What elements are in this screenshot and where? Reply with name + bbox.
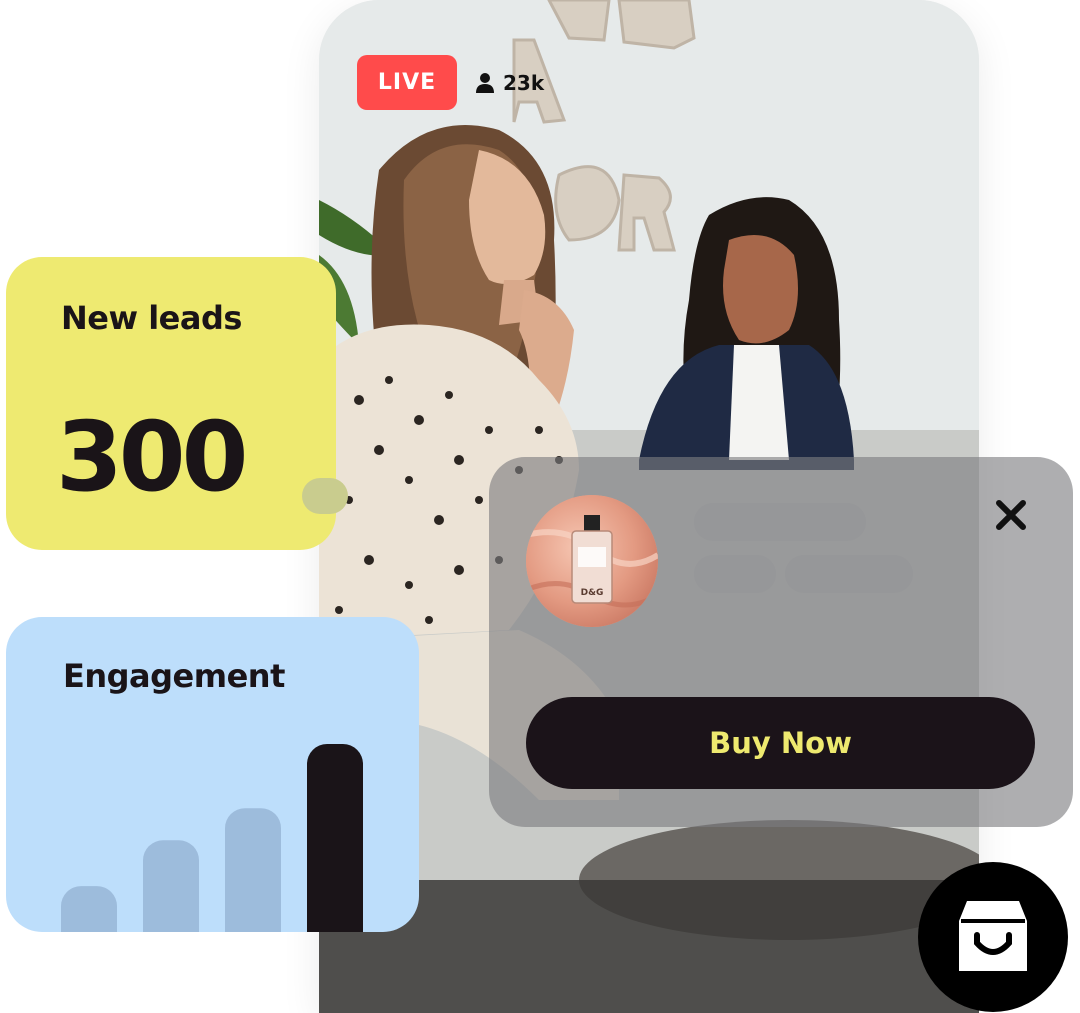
new-leads-value: 300	[56, 401, 248, 513]
buy-now-button[interactable]: Buy Now	[526, 697, 1035, 789]
product-brand-mark: D&G	[581, 588, 604, 598]
product-price-placeholder	[785, 555, 913, 593]
engagement-bar	[61, 886, 117, 932]
person-icon	[475, 72, 495, 94]
engagement-bar	[143, 840, 199, 932]
product-meta-placeholder	[694, 555, 776, 593]
viewer-count: 23k	[475, 66, 544, 100]
card-connector	[302, 478, 348, 514]
new-leads-title: New leads	[61, 299, 242, 337]
new-leads-card: New leads 300	[6, 257, 348, 550]
close-button[interactable]	[989, 495, 1033, 539]
engagement-card: Engagement	[6, 617, 419, 932]
shop-button[interactable]	[918, 862, 1068, 1012]
live-badge: LIVE	[357, 55, 457, 110]
engagement-bar	[307, 744, 363, 932]
product-popup: D&G Buy Now	[489, 457, 1073, 827]
product-title-placeholder	[694, 503, 866, 541]
close-icon	[994, 498, 1028, 536]
shopping-bag-icon	[957, 895, 1029, 979]
viewer-count-text: 23k	[503, 71, 545, 95]
engagement-bar	[225, 808, 281, 932]
product-image[interactable]: D&G	[526, 495, 658, 627]
engagement-bar-chart	[61, 744, 363, 932]
